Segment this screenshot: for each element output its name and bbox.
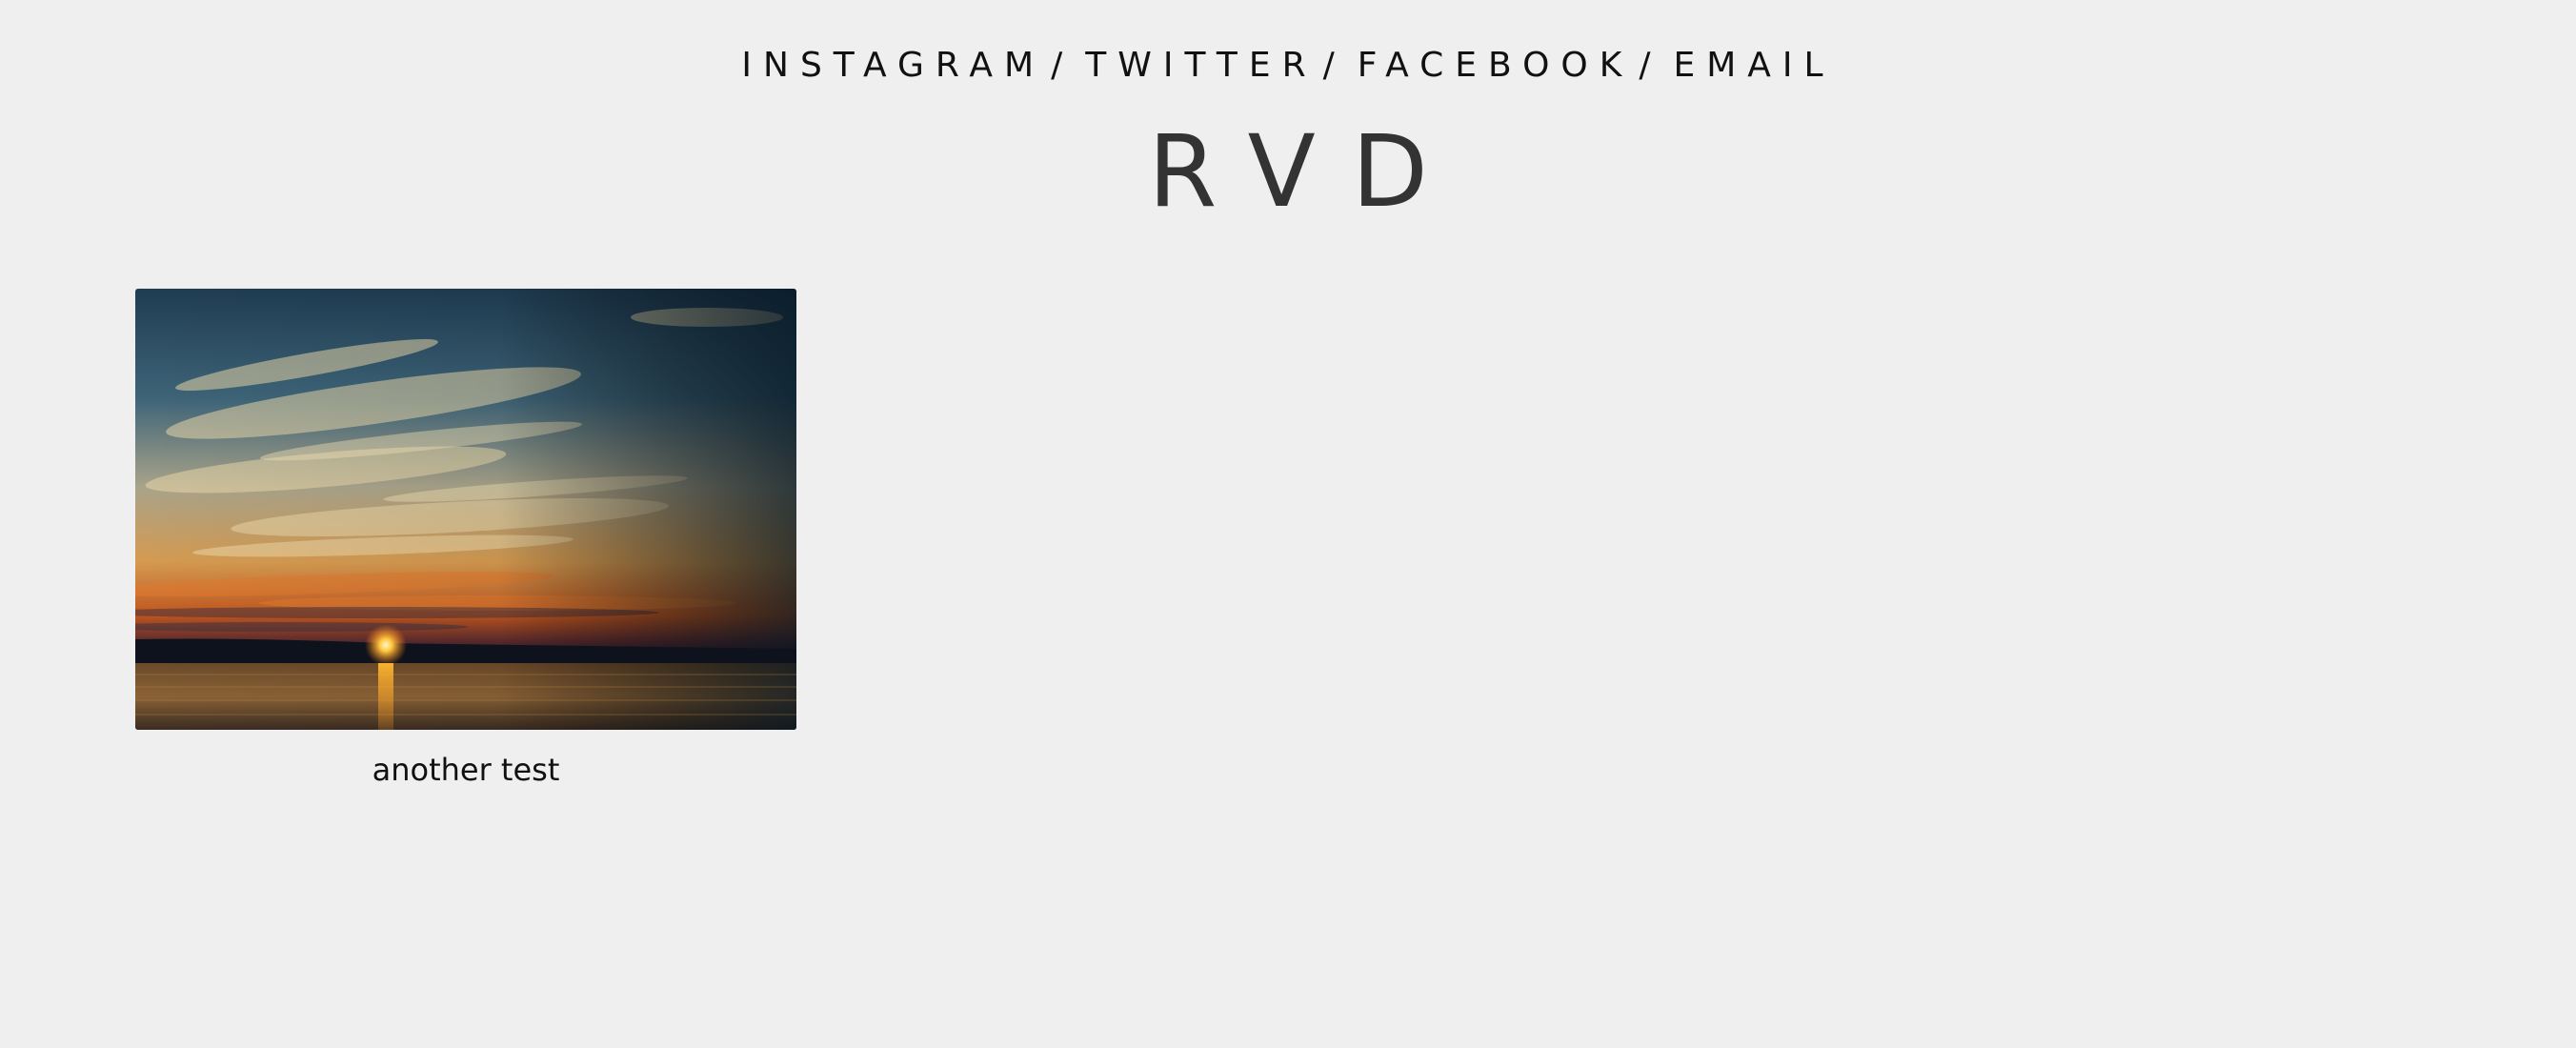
instagram-link[interactable]: INSTAGRAM <box>741 46 1045 85</box>
twitter-link[interactable]: TWITTER <box>1085 46 1317 85</box>
post-thumbnail-image[interactable] <box>135 289 796 730</box>
post-title[interactable]: another test <box>135 751 796 789</box>
post-card[interactable]: another test <box>135 289 796 789</box>
sunset-photo-icon <box>135 289 796 730</box>
social-links-nav: INSTAGRAM / TWITTER / FACEBOOK / EMAIL <box>0 40 2576 91</box>
separator: / <box>1639 46 1662 85</box>
site-title[interactable]: RVD <box>0 114 2576 229</box>
separator: / <box>1322 46 1346 85</box>
separator: / <box>1051 46 1075 85</box>
email-link[interactable]: EMAIL <box>1673 46 1834 85</box>
facebook-link[interactable]: FACEBOOK <box>1358 46 1634 85</box>
